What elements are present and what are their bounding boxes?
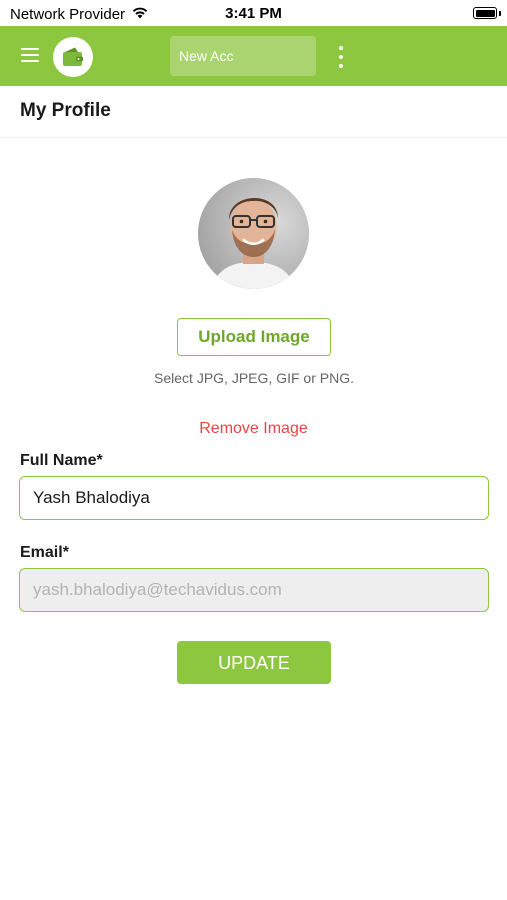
email-field — [19, 568, 489, 612]
battery-cap — [499, 11, 501, 16]
email-label: Email* — [20, 544, 69, 561]
profile-screen: Network Provider 3:41 PM New Acc My Prof… — [0, 0, 507, 900]
status-bar: Network Provider 3:41 PM — [0, 0, 507, 26]
status-time: 3:41 PM — [225, 5, 282, 22]
battery-level — [475, 9, 495, 17]
wallet-logo-icon[interactable] — [53, 37, 93, 77]
page-title: My Profile — [20, 100, 111, 121]
battery-icon — [473, 7, 497, 19]
remove-image-link[interactable]: Remove Image — [0, 420, 507, 438]
upload-image-button[interactable]: Upload Image — [177, 318, 331, 356]
update-button[interactable]: UPDATE — [177, 641, 331, 684]
account-selector[interactable]: New Acc — [170, 36, 316, 76]
hamburger-menu-icon[interactable] — [21, 48, 39, 63]
vertical-dots-icon[interactable] — [336, 46, 346, 68]
avatar — [198, 178, 309, 289]
full-name-input[interactable] — [19, 476, 489, 520]
app-bar: New Acc — [0, 26, 507, 86]
page-header: My Profile — [0, 86, 507, 138]
full-name-label: Full Name* — [20, 452, 103, 469]
upload-hint-text: Select JPG, JPEG, GIF or PNG. — [154, 370, 354, 386]
